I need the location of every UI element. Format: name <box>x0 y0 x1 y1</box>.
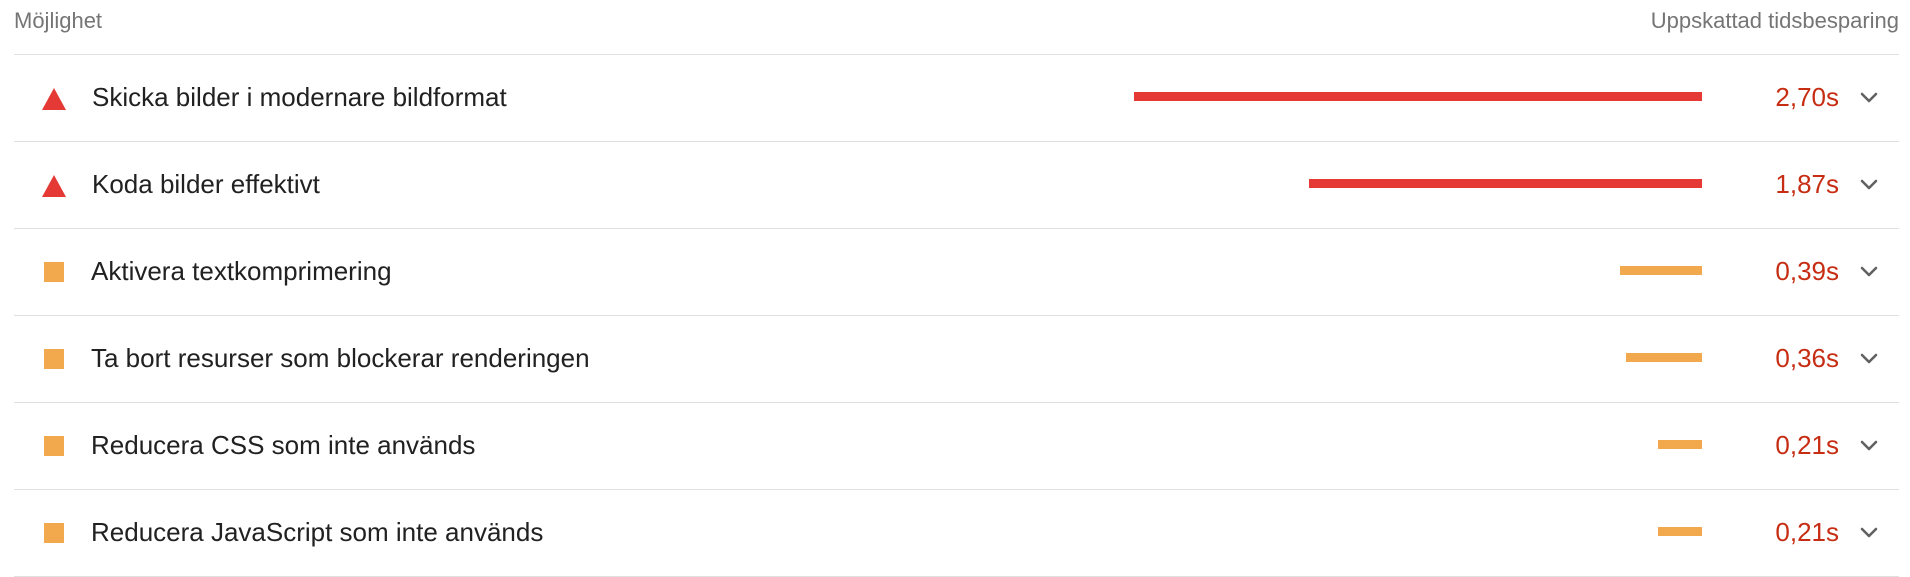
opportunity-title: Aktivera textkomprimering <box>91 256 392 286</box>
header-opportunity-label: Möjlighet <box>14 8 103 33</box>
warning-triangle-icon <box>42 175 66 197</box>
opportunity-row[interactable]: Reducera CSS som inte används 0,21s <box>14 403 1899 490</box>
savings-bar <box>1626 353 1702 362</box>
savings-value: 0,39s <box>1775 256 1839 286</box>
average-square-icon <box>44 349 64 369</box>
opportunity-title: Skicka bilder i modernare bildformat <box>92 82 507 112</box>
average-square-icon <box>44 436 64 456</box>
chevron-down-icon[interactable] <box>1855 345 1883 373</box>
savings-value: 2,70s <box>1775 82 1839 112</box>
savings-bar <box>1309 179 1702 188</box>
savings-value: 0,21s <box>1775 430 1839 460</box>
opportunity-title: Ta bort resurser som blockerar rendering… <box>91 343 590 373</box>
average-square-icon <box>44 262 64 282</box>
opportunities-header: Möjlighet Uppskattad tidsbesparing <box>14 0 1899 55</box>
warning-triangle-icon <box>42 88 66 110</box>
opportunity-title: Reducera CSS som inte används <box>91 430 476 460</box>
average-square-icon <box>44 523 64 543</box>
opportunity-row[interactable]: Koda bilder effektivt 1,87s <box>14 142 1899 229</box>
opportunities-panel: Möjlighet Uppskattad tidsbesparing Skick… <box>0 0 1910 577</box>
savings-value: 1,87s <box>1775 169 1839 199</box>
chevron-down-icon[interactable] <box>1855 84 1883 112</box>
opportunity-title: Reducera JavaScript som inte används <box>91 517 544 547</box>
savings-value: 0,21s <box>1775 517 1839 547</box>
header-savings-label: Uppskattad tidsbesparing <box>1650 8 1899 33</box>
opportunity-list: Skicka bilder i modernare bildformat 2,70… <box>14 55 1899 577</box>
chevron-down-icon[interactable] <box>1855 171 1883 199</box>
opportunity-row[interactable]: Aktivera textkomprimering 0,39s <box>14 229 1899 316</box>
opportunity-row[interactable]: Reducera JavaScript som inte används 0,21… <box>14 490 1899 577</box>
savings-bar <box>1134 92 1702 101</box>
chevron-down-icon[interactable] <box>1855 258 1883 286</box>
chevron-down-icon[interactable] <box>1855 432 1883 460</box>
opportunity-row[interactable]: Skicka bilder i modernare bildformat 2,70… <box>14 55 1899 142</box>
opportunity-title: Koda bilder effektivt <box>92 169 320 199</box>
savings-value: 0,36s <box>1775 343 1839 373</box>
savings-bar <box>1658 440 1702 449</box>
chevron-down-icon[interactable] <box>1855 519 1883 547</box>
opportunity-row[interactable]: Ta bort resurser som blockerar rendering… <box>14 316 1899 403</box>
savings-bar <box>1620 266 1702 275</box>
savings-bar <box>1658 527 1702 536</box>
